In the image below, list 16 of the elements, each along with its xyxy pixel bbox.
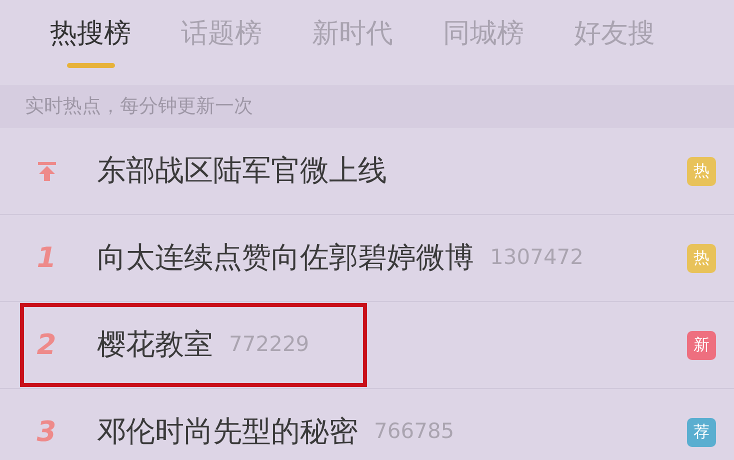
tab-indicator bbox=[66, 63, 114, 68]
topic-title: 东部战区陆军官微上线 bbox=[97, 152, 387, 190]
tag-badge: 热 bbox=[687, 156, 716, 186]
topic-title: 向太连续点赞向佐郭碧婷微博 bbox=[97, 239, 474, 276]
tag-badge: 荐 bbox=[687, 418, 716, 446]
tag-badge: 新 bbox=[687, 330, 716, 360]
topic-title: 邓伦时尚先型的秘密 bbox=[97, 413, 358, 450]
rank-number: 3 bbox=[36, 414, 56, 450]
pin-top-icon bbox=[36, 160, 58, 182]
rank-number: 2 bbox=[36, 327, 56, 363]
tab[interactable]: 热搜榜 bbox=[50, 14, 131, 68]
tag-badge: 热 bbox=[687, 244, 716, 272]
hot-search-row[interactable]: 东部战区陆军官微上线 热 bbox=[0, 128, 734, 215]
topic-title: 樱花教室 bbox=[97, 326, 213, 364]
subtitle: 实时热点，每分钟更新一次 bbox=[25, 94, 253, 120]
rank-number: 1 bbox=[36, 240, 56, 276]
